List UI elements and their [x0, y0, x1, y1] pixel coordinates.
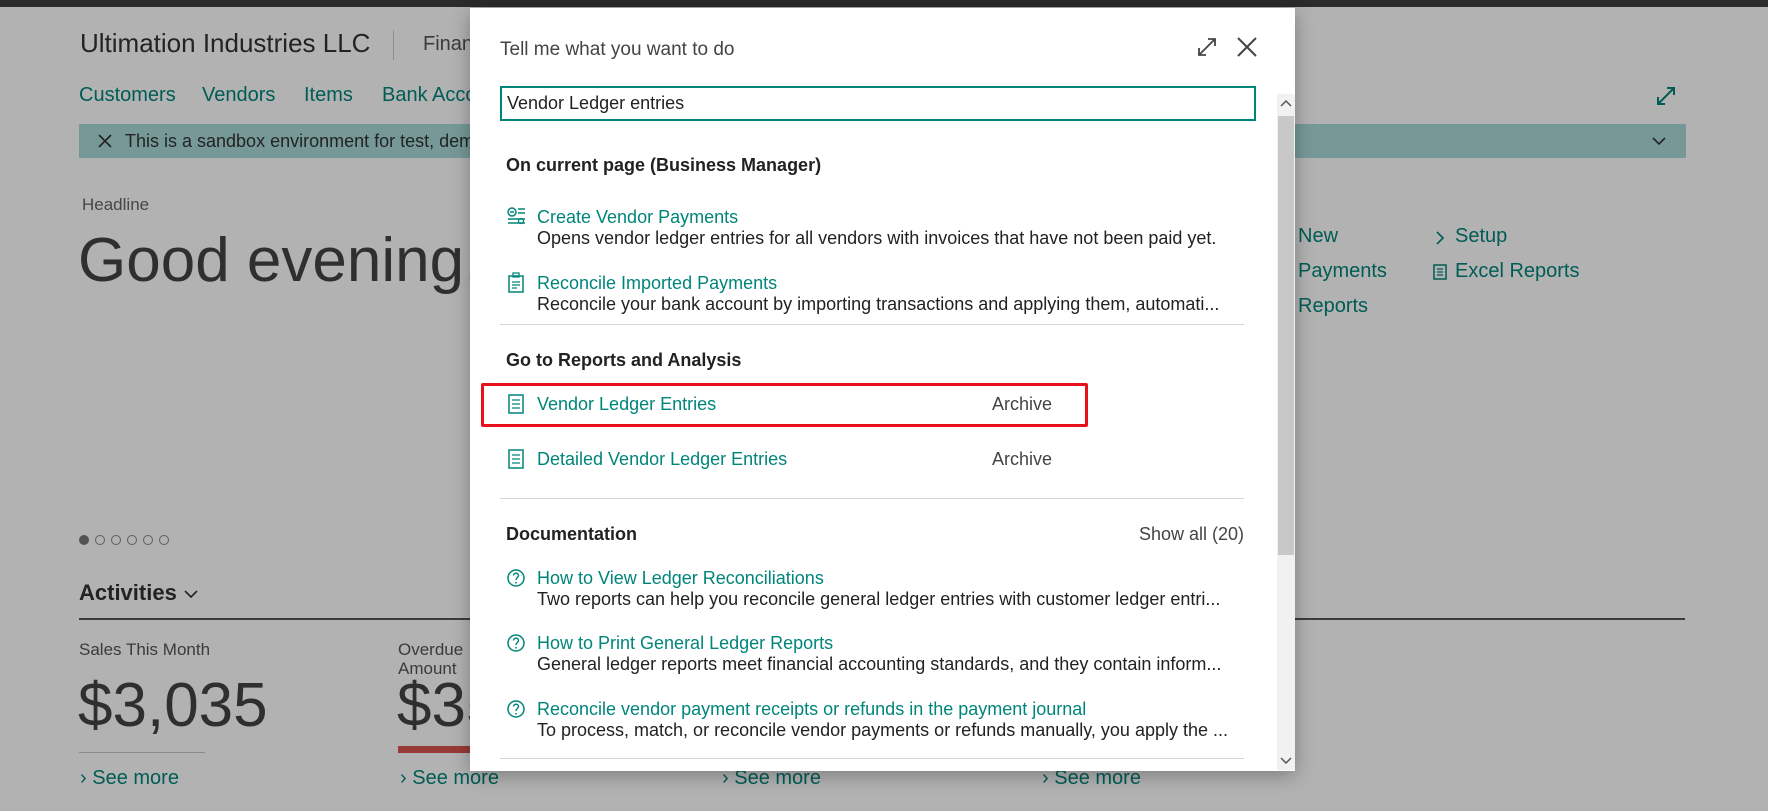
show-all-link[interactable]: Show all (20)	[1139, 524, 1244, 545]
payments-icon	[507, 207, 525, 225]
close-icon[interactable]	[1233, 33, 1261, 61]
result-reconcile-imported-payments[interactable]: Reconcile Imported Payments	[537, 273, 777, 294]
result-description: Reconcile your bank account by importing…	[537, 294, 1220, 314]
result-reconcile-vendor-payment-receipts[interactable]: Reconcile vendor payment receipts or ref…	[537, 699, 1086, 720]
chevron-down-icon[interactable]	[1278, 752, 1294, 768]
result-how-to-view-ledger-reconciliations[interactable]: How to View Ledger Reconciliations	[537, 568, 824, 589]
section-header-reports: Go to Reports and Analysis	[506, 350, 742, 370]
dialog-title: Tell me what you want to do	[500, 39, 735, 60]
reconcile-icon	[508, 272, 524, 293]
result-description: To process, match, or reconcile vendor p…	[537, 720, 1229, 740]
highlight-box	[481, 383, 1088, 427]
section-header-documentation: Documentation	[506, 524, 638, 544]
help-icon	[507, 634, 525, 652]
section-divider	[500, 498, 1244, 499]
result-create-vendor-payments[interactable]: Create Vendor Payments	[537, 207, 738, 228]
search-input[interactable]	[500, 86, 1256, 121]
result-description: General ledger reports meet financial ac…	[537, 654, 1222, 674]
result-description: Opens vendor ledger entries for all vend…	[537, 228, 1217, 248]
section-divider	[500, 324, 1244, 325]
top-bar	[0, 0, 1768, 7]
document-icon	[508, 449, 524, 469]
result-description: Two reports can help you reconcile gener…	[537, 589, 1221, 609]
help-icon	[507, 569, 525, 587]
help-icon	[507, 700, 525, 718]
expand-icon[interactable]	[1195, 35, 1219, 59]
result-category: Archive	[992, 449, 1053, 469]
scrollbar-thumb[interactable]	[1278, 116, 1294, 555]
result-how-to-print-general-ledger-reports[interactable]: How to Print General Ledger Reports	[537, 633, 833, 654]
result-detailed-vendor-ledger-entries[interactable]: Detailed Vendor Ledger Entries	[537, 449, 787, 470]
tell-me-dialog: Tell me what you want to do On current p…	[470, 8, 1295, 771]
section-divider	[500, 758, 1244, 759]
section-header-current-page: On current page (Business Manager)	[506, 155, 822, 175]
chevron-up-icon[interactable]	[1278, 96, 1294, 112]
